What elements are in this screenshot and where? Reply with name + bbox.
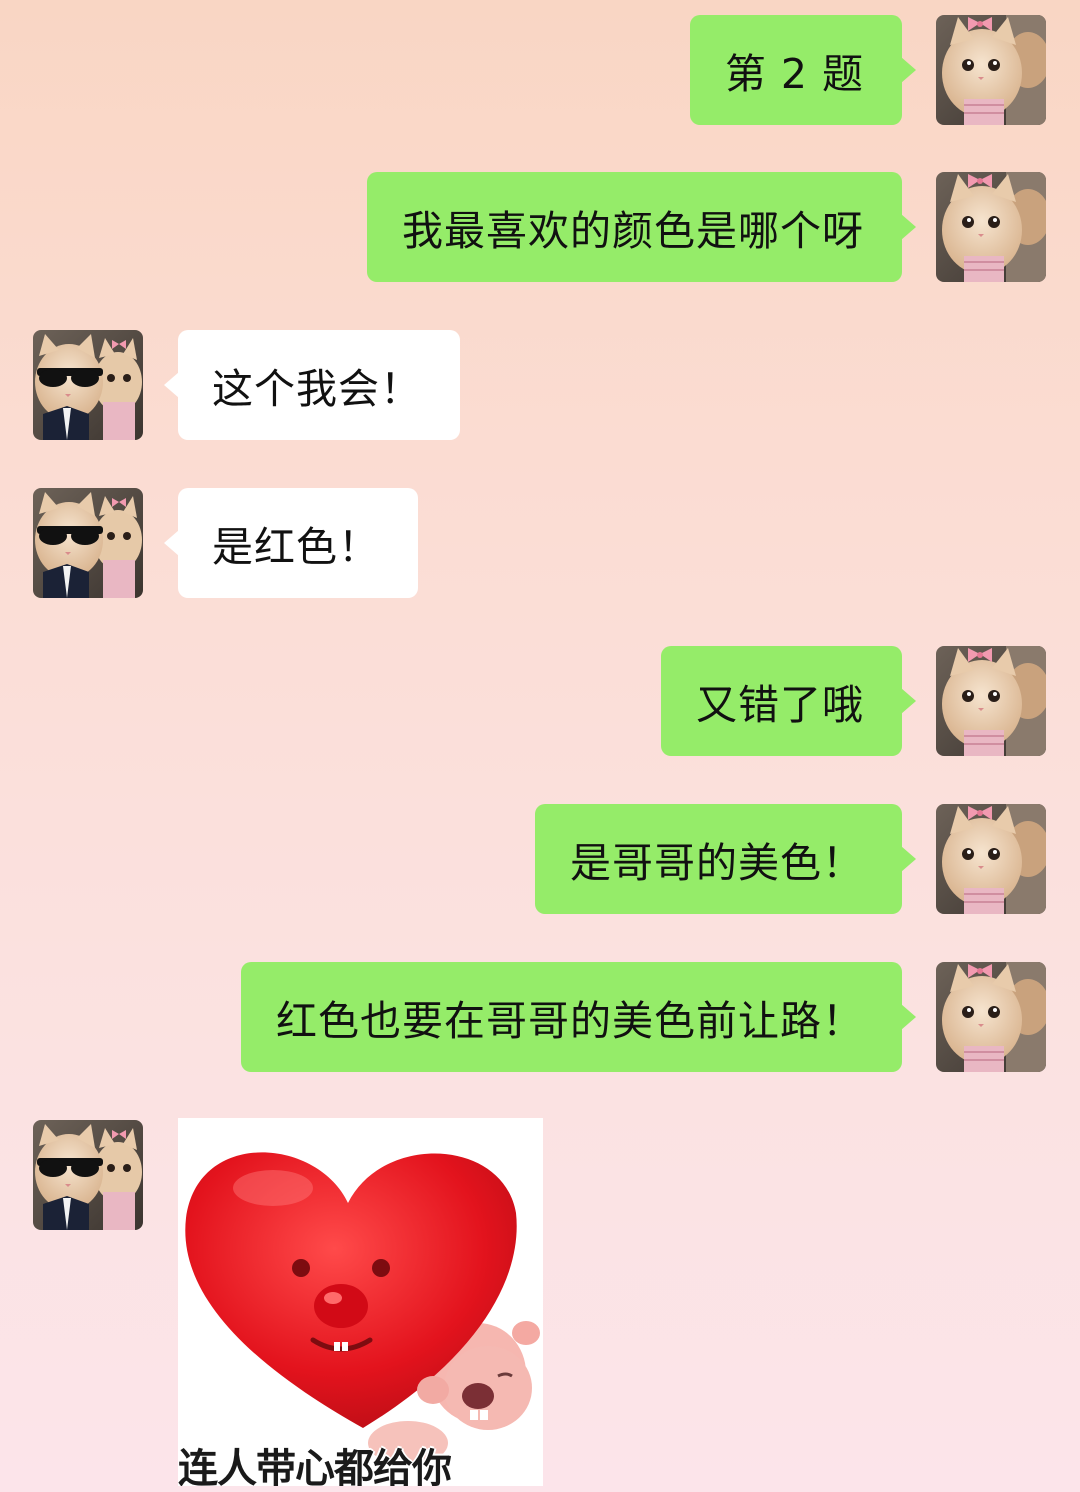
message-bubble-self[interactable]: 是哥哥的美色！ <box>535 804 916 914</box>
cat-with-bow-icon <box>936 15 1046 125</box>
self-avatar[interactable] <box>936 172 1046 282</box>
message-row: 第 2 题 <box>0 15 1080 127</box>
other-avatar[interactable] <box>33 488 143 598</box>
cat-with-bow-icon <box>936 962 1046 1072</box>
message-row: 红色也要在哥哥的美色前让路！ <box>0 962 1080 1074</box>
cats-with-sunglasses-icon <box>33 1120 143 1230</box>
message-bubble-self[interactable]: 红色也要在哥哥的美色前让路！ <box>241 962 916 1072</box>
sticker-caption: 连人带心都给你 <box>178 1446 452 1486</box>
message-bubble-self[interactable]: 我最喜欢的颜色是哪个呀 <box>367 172 916 282</box>
cats-with-sunglasses-icon <box>33 330 143 440</box>
message-row: 我最喜欢的颜色是哪个呀 <box>0 172 1080 284</box>
message-bubble-other[interactable]: 是红色！ <box>164 488 418 598</box>
message-text: 是红色！ <box>212 523 380 571</box>
self-avatar[interactable] <box>936 15 1046 125</box>
message-text: 这个我会！ <box>212 365 422 413</box>
message-text: 我最喜欢的颜色是哪个呀 <box>402 207 864 255</box>
message-row: 是红色！ <box>0 488 1080 600</box>
heart-beaver-sticker-icon <box>185 1152 540 1465</box>
cat-with-bow-icon <box>936 804 1046 914</box>
self-avatar[interactable] <box>936 804 1046 914</box>
other-avatar[interactable] <box>33 330 143 440</box>
message-bubble-self[interactable]: 第 2 题 <box>689 15 917 125</box>
message-bubble-self[interactable]: 又错了哦 <box>661 646 916 756</box>
message-row: 又错了哦 <box>0 646 1080 758</box>
other-avatar[interactable] <box>33 1120 143 1230</box>
cats-with-sunglasses-icon <box>33 488 143 598</box>
message-row: 这个我会！ <box>0 330 1080 442</box>
message-bubble-other[interactable]: 这个我会！ <box>164 330 460 440</box>
cat-with-bow-icon <box>936 646 1046 756</box>
message-row: 是哥哥的美色！ <box>0 804 1080 916</box>
message-text: 第 2 题 <box>724 50 864 98</box>
self-avatar[interactable] <box>936 962 1046 1072</box>
message-text: 红色也要在哥哥的美色前让路！ <box>276 997 864 1045</box>
message-text: 是哥哥的美色！ <box>570 839 864 887</box>
self-avatar[interactable] <box>936 646 1046 756</box>
cat-with-bow-icon <box>936 172 1046 282</box>
message-text: 又错了哦 <box>696 681 864 729</box>
sticker-message[interactable]: 连人带心都给你 <box>178 1118 543 1486</box>
